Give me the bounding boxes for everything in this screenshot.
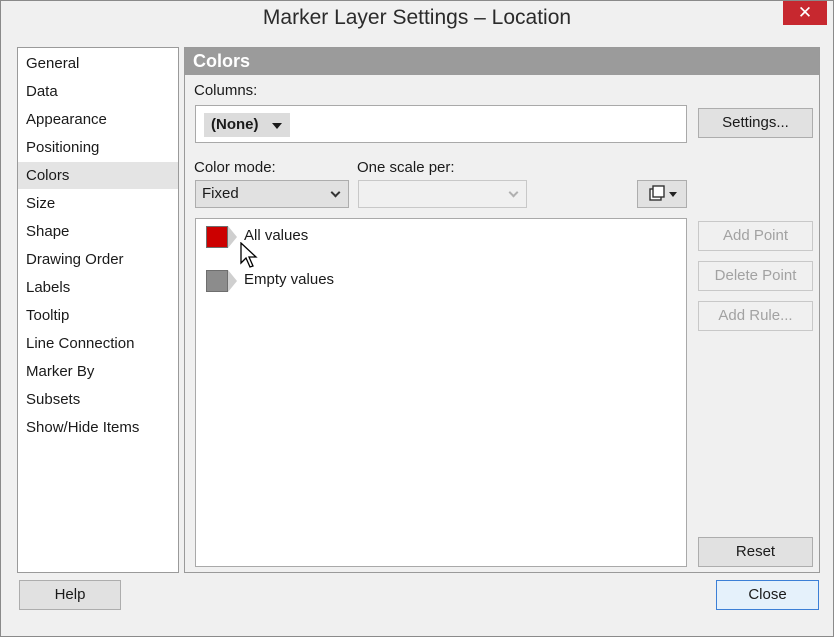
nav-item-general[interactable]: General <box>18 50 178 77</box>
nav-item-drawing-order[interactable]: Drawing Order <box>18 246 178 273</box>
help-button[interactable]: Help <box>19 580 121 610</box>
nav-item-marker-by[interactable]: Marker By <box>18 358 178 385</box>
copy-menu-button[interactable] <box>637 180 687 208</box>
chevron-down-icon <box>508 187 519 198</box>
settings-nav: General Data Appearance Positioning Colo… <box>17 47 179 573</box>
settings-button[interactable]: Settings... <box>698 108 813 138</box>
close-button[interactable]: Close <box>716 580 819 610</box>
nav-item-colors[interactable]: Colors <box>18 162 178 189</box>
copy-icon <box>649 185 677 201</box>
chevron-down-icon <box>330 187 341 198</box>
color-mode-label: Color mode: <box>194 159 276 176</box>
add-rule-button[interactable]: Add Rule... <box>698 301 813 331</box>
nav-item-shape[interactable]: Shape <box>18 218 178 245</box>
colors-panel: Colors Columns: (None) Settings... Color… <box>184 47 820 573</box>
window-title: Marker Layer Settings – Location <box>262 6 572 29</box>
column-chip[interactable]: (None) <box>204 113 290 137</box>
panel-header: Colors <box>185 48 819 75</box>
color-values-list: All values Empty values <box>195 218 687 567</box>
window-close-button[interactable]: ✕ <box>783 1 827 25</box>
column-chip-label: (None) <box>211 116 259 133</box>
nav-item-size[interactable]: Size <box>18 190 178 217</box>
reset-button[interactable]: Reset <box>698 537 813 567</box>
columns-field[interactable]: (None) <box>195 105 687 143</box>
nav-item-labels[interactable]: Labels <box>18 274 178 301</box>
chevron-down-icon <box>272 123 282 129</box>
color-mode-value: Fixed <box>202 185 239 202</box>
nav-item-tooltip[interactable]: Tooltip <box>18 302 178 329</box>
swatch-pointer-icon <box>228 226 237 248</box>
swatch-pointer-icon <box>228 270 237 292</box>
color-swatch[interactable] <box>206 226 228 248</box>
value-label: Empty values <box>244 271 335 288</box>
nav-item-show-hide-items[interactable]: Show/Hide Items <box>18 414 178 441</box>
nav-item-data[interactable]: Data <box>18 78 178 105</box>
delete-point-button[interactable]: Delete Point <box>698 261 813 291</box>
columns-label: Columns: <box>194 82 258 99</box>
dialog-window: Marker Layer Settings – Location ✕ Gener… <box>0 0 834 637</box>
color-swatch[interactable] <box>206 270 228 292</box>
nav-item-positioning[interactable]: Positioning <box>18 134 178 161</box>
scale-per-label: One scale per: <box>357 159 455 176</box>
mouse-pointer-icon <box>240 242 258 268</box>
add-point-button[interactable]: Add Point <box>698 221 813 251</box>
nav-item-subsets[interactable]: Subsets <box>18 386 178 413</box>
scale-per-select[interactable] <box>358 180 527 208</box>
color-mode-select[interactable]: Fixed <box>195 180 349 208</box>
nav-item-appearance[interactable]: Appearance <box>18 106 178 133</box>
title-bar: Marker Layer Settings – Location ✕ <box>1 1 833 37</box>
nav-item-line-connection[interactable]: Line Connection <box>18 330 178 357</box>
